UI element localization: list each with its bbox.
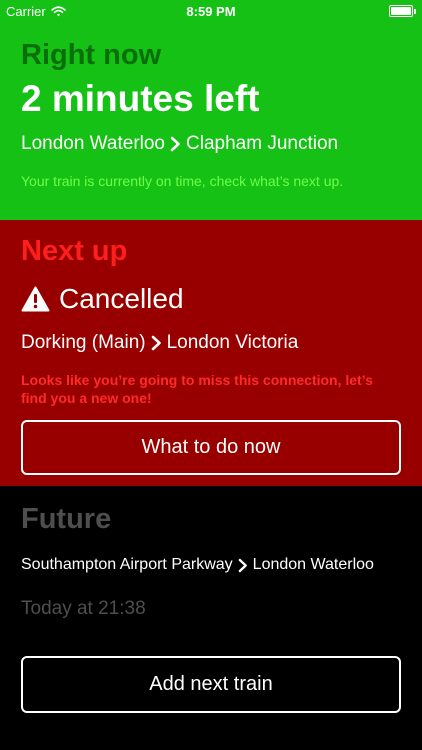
route-to: Clapham Junction xyxy=(186,133,339,154)
chevron-right-icon xyxy=(238,558,247,572)
chevron-right-icon xyxy=(151,335,161,351)
status-bar: Carrier 8:59 PM xyxy=(0,0,422,22)
future-heading: Future xyxy=(21,503,112,535)
status-line: Cancelled xyxy=(21,283,184,315)
chevron-right-icon xyxy=(170,136,180,152)
next-up-section: Next up Cancelled Dorking (Main) London … xyxy=(0,220,422,486)
current-route: London Waterloo Clapham Junction xyxy=(21,133,338,155)
battery-fill xyxy=(391,7,411,15)
future-section: Future Southampton Airport Parkway Londo… xyxy=(0,486,422,750)
missed-connection-note: Looks like you’re going to miss this con… xyxy=(21,372,373,406)
battery-icon xyxy=(389,5,416,17)
route-from: Southampton Airport Parkway xyxy=(21,556,233,573)
route-to: London Victoria xyxy=(166,332,299,353)
future-route: Southampton Airport Parkway London Water… xyxy=(21,556,374,574)
warning-icon xyxy=(21,286,50,312)
route-from: Dorking (Main) xyxy=(21,332,146,353)
what-to-do-now-button[interactable]: What to do now xyxy=(21,420,401,475)
next-up-heading: Next up xyxy=(21,235,128,267)
right-now-heading: Right now xyxy=(21,39,162,71)
status-time: 8:59 PM xyxy=(186,4,236,19)
next-route: Dorking (Main) London Victoria xyxy=(21,332,298,354)
time-left: 2 minutes left xyxy=(21,78,260,119)
cancelled-status: Cancelled xyxy=(59,283,184,314)
right-now-section: Right now 2 minutes left London Waterloo… xyxy=(0,0,422,220)
screen: Carrier 8:59 PM Right now 2 minutes left… xyxy=(0,0,422,750)
route-to: London Waterloo xyxy=(252,556,374,573)
future-departure-time: Today at 21:38 xyxy=(21,598,146,619)
add-next-train-button[interactable]: Add next train xyxy=(21,656,401,713)
route-from: London Waterloo xyxy=(21,133,166,154)
on-time-note: Your train is currently on time, check w… xyxy=(21,173,344,189)
